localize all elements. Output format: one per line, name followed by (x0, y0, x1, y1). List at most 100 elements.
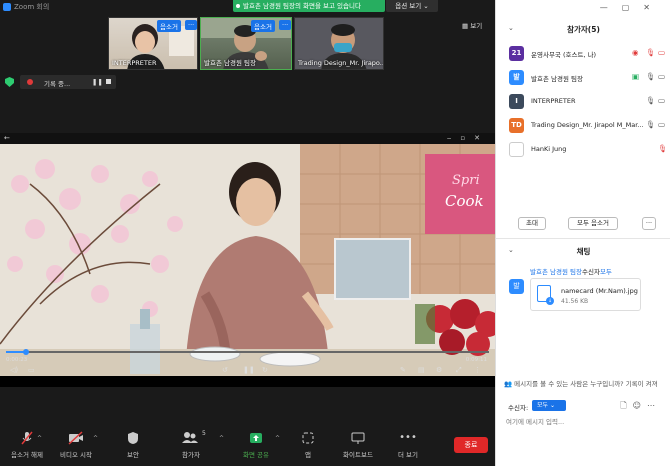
whiteboard-button[interactable]: 화이트보드 (331, 431, 385, 459)
mic-icon[interactable]: 🎙 (646, 72, 656, 81)
mic-icon[interactable]: 🎙 (646, 120, 656, 129)
participant-row[interactable]: TD Trading Design_Mr. Jirapol M_Mar... 🎙… (496, 116, 670, 140)
participant-row[interactable]: 21 운영사무국 (호스트, 나) ◉ 🎙 ▭ (496, 44, 670, 68)
fullscreen-icon[interactable]: ⤢ (456, 366, 462, 375)
recipient-label: 수신자: (508, 404, 529, 412)
video-progress-track[interactable] (6, 349, 489, 355)
video-icon[interactable]: ▭ (658, 96, 665, 105)
video-window-controls[interactable]: ‒▫✕ (447, 134, 489, 142)
cooking-video-frame[interactable]: Spri Cook (0, 144, 495, 376)
participants-button[interactable]: 참가자 (164, 431, 218, 459)
chat-sender-line: 발효촌 남경원 팀장수신자모두 (530, 266, 612, 276)
participant-name: 발효촌 남경원 팀장 (531, 75, 583, 83)
share-banner: 발효촌 남경원 팀장의 화면을 보고 있습니다 (233, 0, 385, 12)
mute-tag-interpreter[interactable]: 음소거 (157, 20, 181, 32)
share-indicator-icon (236, 4, 240, 8)
recording-text: 기록 중... (44, 80, 71, 88)
video-off-icon[interactable]: ▭ (658, 48, 665, 57)
recording-indicator: 기록 중... ❚❚ (20, 75, 116, 89)
audio-options-caret[interactable]: ^ (37, 435, 42, 442)
avatar: I (509, 94, 524, 109)
time-total: 0:09:11 (465, 357, 487, 363)
mute-all-button[interactable]: 모두 음소거 (568, 217, 618, 230)
thumbnail-name: Trading Design_Mr. Jirapo... (298, 59, 384, 67)
volume-icon[interactable]: ◁) (10, 366, 18, 374)
end-meeting-button[interactable]: 종료 (454, 437, 488, 453)
share-options-caret[interactable]: ^ (275, 435, 280, 442)
chat-more-icon[interactable]: ⋯ (647, 401, 661, 410)
pause-icon[interactable]: ❚❚ (92, 78, 103, 86)
avatar: 21 (509, 46, 524, 61)
apps-icon (302, 432, 314, 444)
mic-icon[interactable]: 🎙 (646, 96, 656, 105)
participants-icon (182, 432, 198, 443)
settings-icon[interactable]: ⚙ (436, 366, 442, 374)
video-scene: Spri Cook (0, 144, 495, 376)
participant-name: INTERPRETER (531, 97, 576, 105)
download-icon[interactable]: ↓ (546, 297, 554, 305)
participants-count: 5 (202, 430, 206, 437)
participants-title: 참가자(5) (567, 25, 600, 34)
participants-more-button[interactable]: ··· (642, 217, 656, 230)
stop-icon[interactable] (106, 79, 111, 84)
window-controls[interactable]: —▢✕ (600, 3, 664, 12)
chat-tools: 🗋☺⋯ (620, 400, 661, 414)
participants-list: 21 운영사무국 (호스트, 나) ◉ 🎙 ▭ 발 발효촌 남경원 팀장 ▣ 🎙… (496, 44, 670, 164)
caption-icon[interactable]: ▤ (418, 366, 425, 374)
participant-row[interactable]: HanKi Jung 🎙 (496, 140, 670, 164)
video-window-titlebar: ← ‒▫✕ (0, 133, 495, 144)
mute-tag-speaker[interactable]: 음소거 (251, 20, 275, 32)
chat-sender[interactable]: 발효촌 남경원 팀장 (530, 268, 582, 276)
view-button[interactable]: ▦ 보기 (462, 20, 482, 30)
avatar: 발 (509, 279, 524, 294)
thumbnail-trading-design[interactable]: Trading Design_Mr. Jirapo... (294, 17, 384, 70)
recipient-dropdown[interactable]: 모두 ⌄ (532, 400, 566, 411)
chat-header: ⌄ 채팅 (496, 246, 670, 258)
zoom-app: Zoom 회의 발효촌 남경원 팀장의 화면을 보고 있습니다 옵션 보기 ⌄ … (0, 0, 670, 466)
view-options-button[interactable]: 옵션 보기 ⌄ (386, 0, 438, 12)
more-dots-icon: ••• (399, 432, 417, 443)
sign-text-1: Spri (452, 173, 480, 188)
thumbnail-speaker[interactable]: 음소거 ··· 발효촌 남경원 팀장 (200, 17, 292, 70)
meeting-area: Zoom 회의 발효촌 남경원 팀장의 화면을 보고 있습니다 옵션 보기 ⌄ … (0, 0, 495, 466)
menu-icon[interactable]: ⋮ (474, 366, 481, 374)
shared-screen: ← ‒▫✕ Spri Cook 0:00:23 0:09:11 ◁) ▭ ↺ ❚… (0, 133, 495, 387)
more-button[interactable]: ••• 더 보기 (381, 431, 435, 459)
video-progress-knob[interactable] (23, 349, 30, 355)
apps-button[interactable]: 앱 (281, 431, 335, 459)
emoji-icon[interactable]: ☺ (633, 401, 647, 410)
file-attachment[interactable]: ↓ namecard (Mr.Nam).jpg 41.56 KB (530, 278, 641, 311)
video-options-caret[interactable]: ^ (93, 435, 98, 442)
share-screen-icon (250, 433, 262, 443)
participants-header: ⌄ 참가자(5) (496, 24, 670, 38)
participant-row[interactable]: I INTERPRETER 🎙 ▭ (496, 92, 670, 116)
mic-muted-icon[interactable]: 🎙 (646, 48, 656, 57)
pen-icon[interactable]: ✎ (400, 366, 406, 374)
chat-to-target[interactable]: 모두 (600, 268, 612, 276)
more-options-interpreter[interactable]: ··· (185, 20, 197, 30)
back-arrow-icon[interactable]: ← (4, 134, 10, 142)
mic-muted-icon[interactable]: 🎙 (658, 144, 668, 153)
zoom-logo-icon (3, 3, 11, 11)
video-icon[interactable]: ▭ (658, 120, 665, 129)
side-panel: —▢✕ ⌄ 참가자(5) 21 운영사무국 (호스트, 나) ◉ 🎙 ▭ 발 발… (495, 0, 670, 466)
sign-text-2: Cook (445, 192, 484, 210)
participants-options-caret[interactable]: ^ (219, 435, 224, 442)
avatar: 발 (509, 70, 524, 85)
subtitle-icon[interactable]: ▭ (28, 366, 35, 374)
invite-button[interactable]: 초대 (518, 217, 546, 230)
rewind-icon[interactable]: ↺ (222, 366, 228, 374)
forward-icon[interactable]: ↻ (262, 366, 268, 374)
thumbnail-interpreter[interactable]: 음소거 ··· INTERPRETER (108, 17, 198, 70)
unmute-button[interactable]: 음소거 해제 (0, 431, 54, 459)
participant-row[interactable]: 발 발효촌 남경원 팀장 ▣ 🎙 ▭ (496, 68, 670, 92)
play-pause-icon[interactable]: ❚❚ (243, 366, 255, 374)
window-title: Zoom 회의 (14, 3, 50, 11)
chat-to-label: 수신자 (581, 268, 600, 276)
more-options-speaker[interactable]: ··· (279, 20, 291, 30)
chat-visibility-notice[interactable]: 👥 메시지를 볼 수 있는 사람은 누구입니까? 기록이 켜져 (504, 378, 669, 388)
chat-message-input[interactable] (506, 415, 661, 429)
video-icon[interactable]: ▭ (658, 72, 665, 81)
file-attach-icon[interactable]: 🗋 (620, 401, 632, 410)
security-button[interactable]: 보안 (106, 431, 160, 459)
